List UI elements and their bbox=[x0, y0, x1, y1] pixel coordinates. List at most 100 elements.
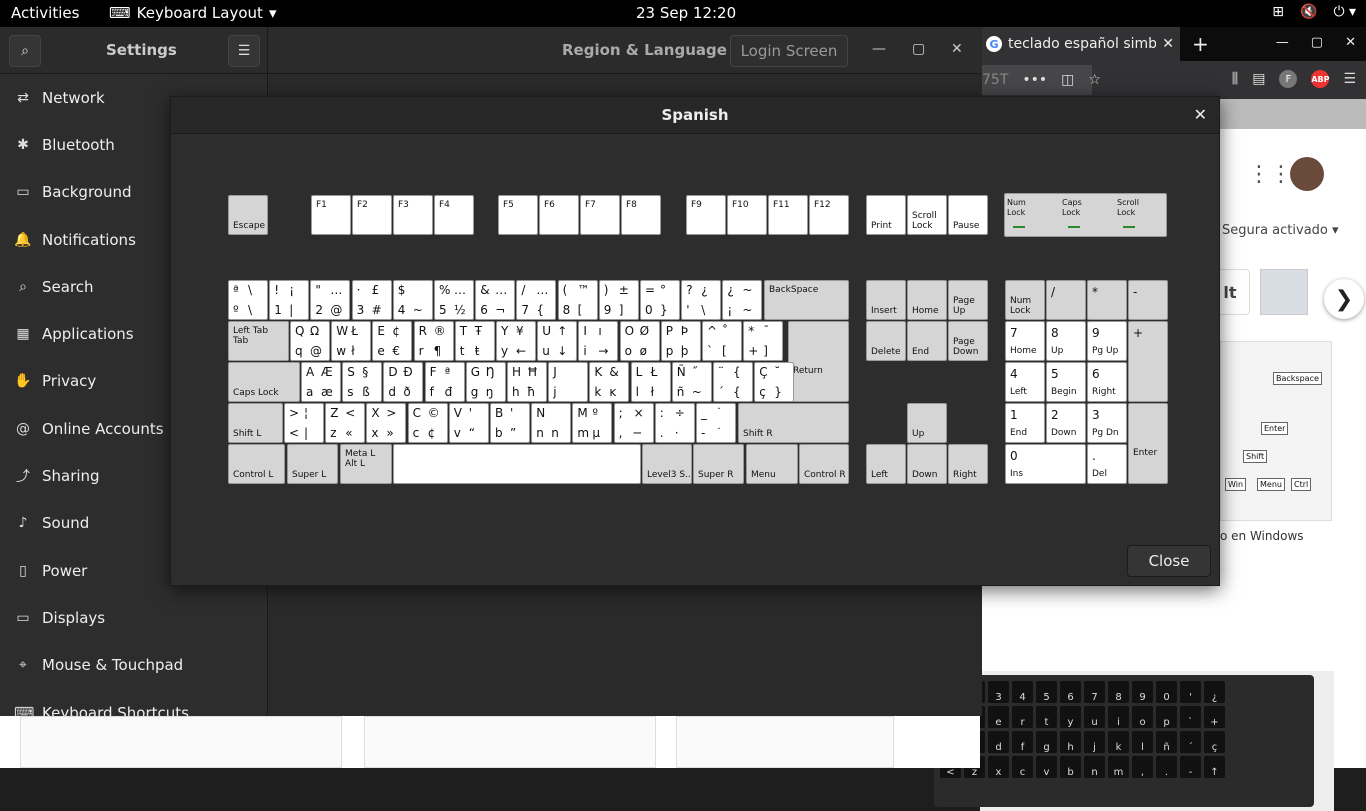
login-screen-button[interactable]: Login Screen bbox=[730, 35, 848, 67]
page-actions-icon[interactable]: ••• bbox=[1022, 72, 1047, 88]
key-label: { bbox=[536, 303, 545, 317]
close-tab-icon[interactable]: ✕ bbox=[1162, 36, 1174, 52]
key: ^ ˚ ` [ bbox=[702, 321, 742, 361]
key-label: ” bbox=[510, 426, 517, 440]
close-dialog-button[interactable]: Close bbox=[1127, 545, 1211, 577]
safesearch-label[interactable]: Segura activado ▾ bbox=[1222, 223, 1339, 238]
key-label: q bbox=[295, 344, 303, 358]
key: = ° 0} bbox=[640, 280, 680, 320]
key-label: \ bbox=[248, 283, 253, 297]
next-arrow-icon[interactable]: ❯ bbox=[1324, 279, 1364, 319]
key-label: F4 bbox=[439, 200, 450, 210]
key-label: Æ bbox=[321, 365, 333, 379]
hamburger-menu-icon[interactable]: ☰ bbox=[1343, 71, 1356, 87]
key-label: ( bbox=[562, 283, 568, 297]
key-label: ŧ bbox=[474, 344, 480, 358]
avatar[interactable] bbox=[1290, 157, 1324, 191]
related-thumbnail[interactable] bbox=[1260, 269, 1308, 315]
key: * ¯ +] bbox=[743, 321, 784, 361]
key-level3-shift: Level3 S... bbox=[642, 444, 692, 484]
app-menu[interactable]: ⌨ Keyboard Layout ▾ bbox=[109, 4, 276, 22]
key: R ® r ¶ bbox=[413, 321, 454, 361]
sidebar-item-displays[interactable]: ▭ Displays bbox=[0, 594, 267, 641]
key-label: t bbox=[459, 344, 465, 358]
key-label: ˘ bbox=[774, 365, 781, 379]
pocket-icon[interactable]: ◫ bbox=[1061, 72, 1074, 88]
key-f8: F8 bbox=[621, 195, 661, 235]
minimize-button[interactable]: — bbox=[1276, 35, 1289, 50]
key-page-up: Page Up bbox=[948, 280, 988, 320]
bookmark-star-icon[interactable]: ☆ bbox=[1088, 72, 1101, 88]
key-label: ' bbox=[510, 406, 514, 420]
maximize-button[interactable]: ▢ bbox=[1311, 35, 1323, 50]
key-control-left: Control L bbox=[228, 444, 285, 484]
key-label: > bbox=[386, 406, 397, 420]
key-label: £ bbox=[371, 283, 380, 297]
key-num-5: 5 Begin bbox=[1046, 362, 1086, 402]
sidebar-item-mouse-touchpad[interactable]: ⌖ Mouse & Touchpad bbox=[0, 642, 267, 689]
maximize-button[interactable]: ▢ bbox=[912, 41, 925, 57]
key-label: Page Down bbox=[953, 337, 979, 357]
key-label: / bbox=[1051, 285, 1056, 299]
key-label: > bbox=[289, 406, 300, 420]
key-label: ð bbox=[403, 385, 411, 399]
key-label: u bbox=[542, 344, 550, 358]
image-caption[interactable]: o en Windows bbox=[1220, 529, 1304, 543]
sidebar-icon[interactable]: ▤ bbox=[1252, 71, 1265, 87]
key: ¨ {´ { bbox=[713, 362, 753, 402]
key-label: ' bbox=[686, 303, 690, 317]
minimize-button[interactable]: — bbox=[872, 41, 886, 57]
key-label: Caps Lock bbox=[233, 388, 279, 398]
image-result-thumb[interactable] bbox=[20, 716, 342, 768]
key-label: l bbox=[635, 385, 639, 399]
activities-button[interactable]: Activities bbox=[11, 4, 79, 22]
key-label: ™ bbox=[577, 283, 590, 297]
close-button[interactable]: ✕ bbox=[951, 41, 963, 57]
power-icon: ▯ bbox=[19, 562, 27, 579]
key-num-9: 9 Pg Up bbox=[1087, 321, 1127, 361]
key-label: Q bbox=[295, 324, 305, 338]
key-label: Right bbox=[953, 470, 977, 480]
key: Mºmµ bbox=[572, 403, 613, 443]
key-label: k bbox=[594, 385, 602, 399]
key-label: Pg Dn bbox=[1092, 428, 1119, 438]
browser-tab[interactable]: G teclado español simbolos ✕ bbox=[980, 27, 1180, 61]
system-tray[interactable]: ⊞ 🔇 ⏻ ▾ bbox=[1272, 4, 1356, 20]
keyboard-image-result[interactable]: Backspace Enter Shift Win Menu Ctrl bbox=[1220, 341, 1332, 521]
key-label: Right bbox=[1092, 387, 1116, 397]
key: C © c ¢ bbox=[407, 403, 448, 443]
close-button[interactable]: ✕ bbox=[1345, 35, 1356, 50]
key-space bbox=[393, 444, 641, 484]
key-label: V bbox=[453, 406, 463, 420]
key: Ñ ˝ ñ ~ bbox=[671, 362, 712, 402]
image-result-thumb[interactable] bbox=[676, 716, 894, 768]
key-label: * bbox=[1092, 285, 1098, 299]
library-icon[interactable]: ⫼ bbox=[1232, 71, 1238, 87]
key-shift-right: Shift R bbox=[738, 403, 849, 443]
key-label: | bbox=[289, 303, 294, 317]
key-insert: Insert bbox=[866, 280, 906, 320]
sidebar-item-label: Bluetooth bbox=[42, 135, 115, 154]
url-bar[interactable]: 75T ••• ◫ ☆ bbox=[980, 65, 1101, 95]
key-label: þ bbox=[680, 344, 689, 358]
key-label: Menu bbox=[1257, 478, 1285, 491]
image-result-thumb[interactable] bbox=[364, 716, 656, 768]
keyboard-image-result-2[interactable]: 1234567890'¿ qwertyuiop`+ asdfghjklñ´ç <… bbox=[934, 671, 1334, 811]
sidebar-item-keyboard-shortcuts[interactable]: ⌨ Keyboard Shortcuts bbox=[0, 689, 267, 717]
adblock-icon[interactable]: ABP bbox=[1311, 70, 1330, 88]
clock[interactable]: 23 Sep 12:20 bbox=[636, 4, 736, 22]
key-label: U bbox=[542, 324, 551, 338]
key-label: Backspace bbox=[1273, 372, 1322, 385]
menu-button[interactable]: ☰ bbox=[228, 35, 260, 67]
url-text: 75T bbox=[982, 72, 1009, 88]
account-icon[interactable]: F bbox=[1279, 70, 1298, 88]
search-button[interactable]: ⌕ bbox=[9, 35, 41, 67]
key-label: L bbox=[635, 365, 643, 379]
key: (™ 8 [ bbox=[557, 280, 598, 320]
key-label: " bbox=[315, 283, 321, 297]
sidebar-item-label: Displays bbox=[42, 608, 106, 627]
sidebar-item-label: Network bbox=[42, 88, 105, 107]
key-label: Down bbox=[912, 470, 938, 480]
new-tab-button[interactable]: + bbox=[1192, 32, 1209, 56]
close-icon[interactable]: ✕ bbox=[1194, 105, 1207, 124]
